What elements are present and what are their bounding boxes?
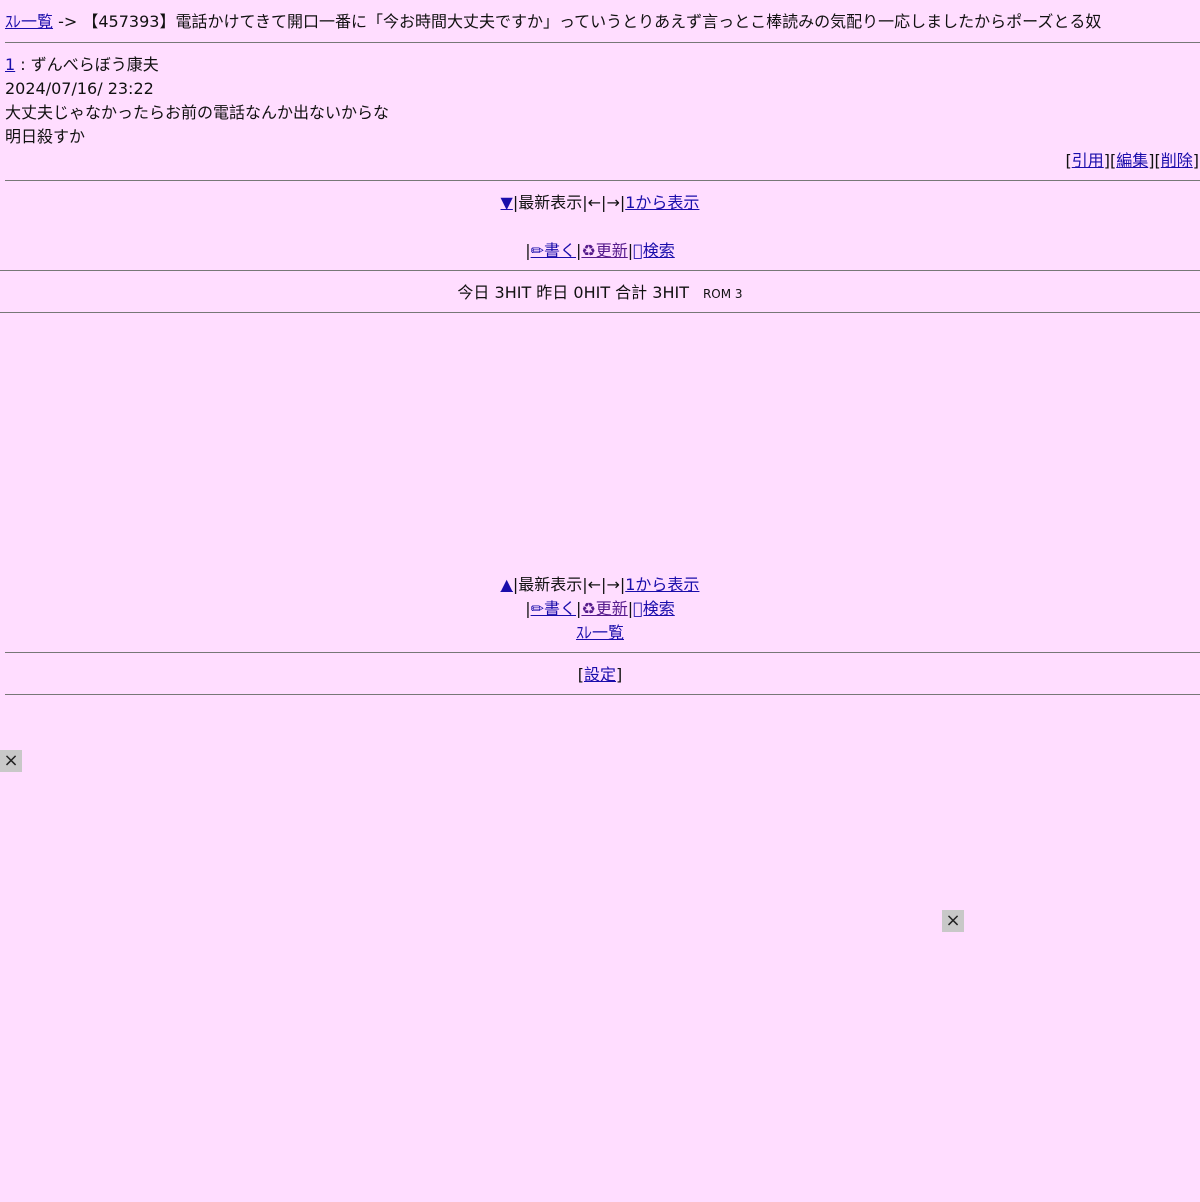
bracket: ][ [1148, 151, 1161, 170]
post-body-line: 大丈夫じゃなかったらお前の電話なんか出ないからな [5, 103, 390, 122]
settings-link[interactable]: 設定 [584, 665, 616, 684]
thread-header: ｽﾚ一覧 -> 【457393】電話かけてきて開口一番に「今お時間大丈夫ですか」… [5, 10, 1195, 34]
bracket: ] [616, 665, 623, 684]
post-number-link[interactable]: 1 [5, 55, 15, 74]
nav-top-tools: |✏書く|♻更新|􀀀検索 [0, 239, 1200, 263]
post-separator: : [15, 55, 31, 74]
thread-title: 【457393】電話かけてきて開口一番に「今お時間大丈夫ですか」っていうとりあえ… [82, 12, 1102, 31]
hit-counter: 今日 3HIT 昨日 0HIT 合計 3HIT ROM 3 [0, 281, 1200, 306]
bracket: ] [1192, 151, 1199, 170]
quote-link[interactable]: 引用 [1072, 151, 1104, 170]
post-actions: [引用][編集][削除] [1065, 149, 1199, 173]
rom-count: ROM 3 [702, 287, 743, 301]
refresh-link[interactable]: ♻更新 [581, 241, 627, 260]
post-author: ずんべらぼう康夫 [30, 55, 159, 74]
write-link[interactable]: ✏書く [531, 241, 576, 260]
post: 1 : ずんべらぼう康夫 2024/07/16/ 23:22 大丈夫じゃなかった… [5, 53, 1195, 149]
refresh-link[interactable]: ♻更新 [581, 599, 627, 618]
nav-latest-text: |最新表示|←|→| [512, 193, 626, 212]
search-link[interactable]: 􀀀検索 [633, 241, 675, 260]
thread-list-link[interactable]: ｽﾚ一覧 [5, 12, 53, 31]
divider-nav [0, 270, 1200, 271]
settings-row: [設定] [0, 663, 1200, 687]
jump-top-link[interactable]: ▲ [501, 575, 513, 594]
edit-link[interactable]: 編集 [1116, 151, 1148, 170]
thread-list-link[interactable]: ｽﾚ一覧 [576, 623, 624, 642]
nav-latest-text: |最新表示|←|→| [512, 575, 626, 594]
from-first-link[interactable]: 1から表示 [625, 193, 699, 212]
from-first-link[interactable]: 1から表示 [625, 575, 699, 594]
post-date: 2024/07/16/ 23:22 [5, 79, 154, 98]
nav-bottom-list: ｽﾚ一覧 [0, 621, 1200, 645]
nav-bottom-row: ▲|最新表示|←|→|1から表示 [0, 573, 1200, 597]
close-icon[interactable]: × [0, 750, 22, 772]
jump-bottom-link[interactable]: ▼ [501, 193, 513, 212]
bracket: ][ [1103, 151, 1117, 170]
delete-link[interactable]: 削除 [1161, 151, 1193, 170]
divider-settings [5, 694, 1200, 695]
header-arrow: -> [53, 12, 83, 31]
write-link[interactable]: ✏書く [531, 599, 576, 618]
nav-bottom-tools: |✏書く|♻更新|􀀀検索 [0, 597, 1200, 621]
search-link[interactable]: 􀀀検索 [633, 599, 675, 618]
hit-counter-text: 今日 3HIT 昨日 0HIT 合計 3HIT [457, 283, 689, 302]
nav-top-row: ▼|最新表示|←|→|1から表示 [0, 191, 1200, 215]
post-body-line: 明日殺すか [5, 127, 86, 146]
post-header: 1 : ずんべらぼう康夫 [5, 53, 1195, 77]
divider-post [5, 180, 1200, 181]
close-icon[interactable]: × [942, 910, 964, 932]
divider-bottom [5, 652, 1200, 653]
divider-top [5, 42, 1200, 43]
divider-counter [0, 312, 1200, 313]
